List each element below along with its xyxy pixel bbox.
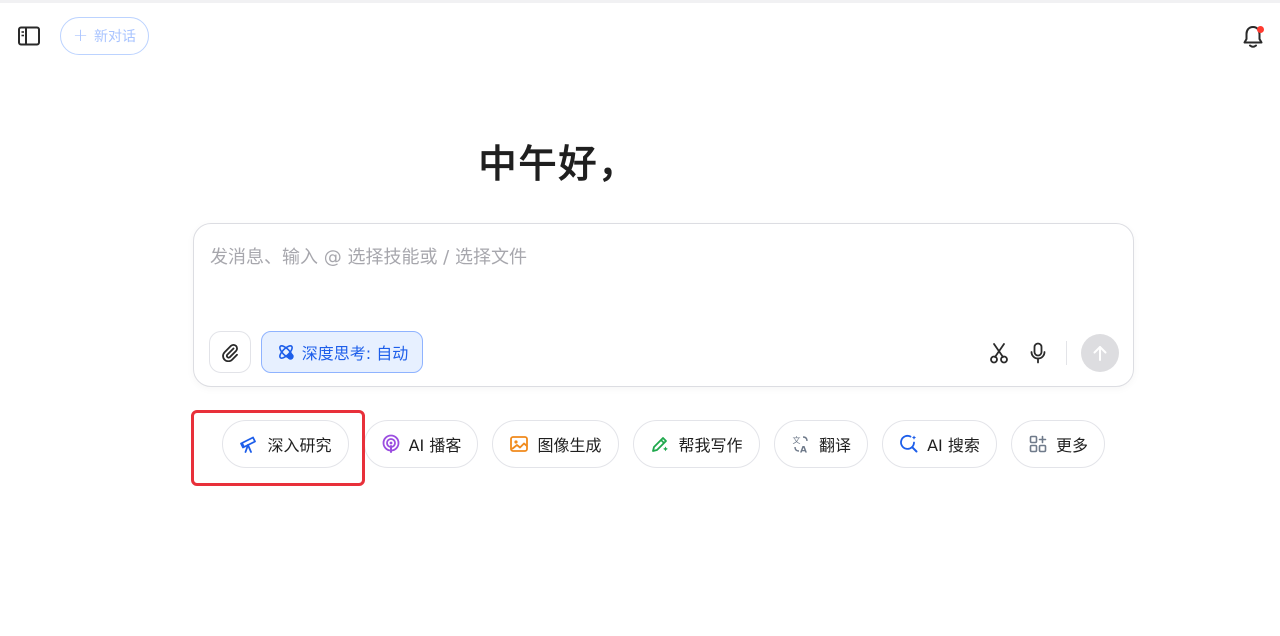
notification-button[interactable] <box>1240 24 1266 50</box>
toolbar-divider <box>1066 341 1067 365</box>
attach-file-button[interactable] <box>209 331 251 373</box>
send-button[interactable] <box>1081 334 1119 372</box>
notification-dot <box>1257 26 1264 33</box>
new-chat-button[interactable]: + 新对话 <box>60 17 149 55</box>
paperclip-icon <box>222 343 238 362</box>
message-input-placeholder[interactable]: 发消息、输入 @ 选择技能或 / 选择文件 <box>210 243 527 269</box>
apps-icon <box>1029 435 1047 453</box>
pen-icon <box>652 437 669 452</box>
skill-chip-label: 翻译 <box>818 436 851 455</box>
skill-chip-label: 图像生成 <box>537 436 602 455</box>
arrow-up-icon <box>1093 346 1107 361</box>
skill-chip-image-generation[interactable]: 图像生成 <box>492 420 619 468</box>
podcast-icon <box>382 434 400 453</box>
deep-think-label: 深度思考: 自动 <box>301 344 409 363</box>
screenshot-button[interactable] <box>987 341 1011 365</box>
image-icon <box>510 436 529 452</box>
skill-chip-ai-podcast[interactable]: AI 播客 <box>364 420 478 468</box>
skill-chip-label: 帮我写作 <box>678 436 743 455</box>
scissors-icon <box>990 343 1008 364</box>
svg-text:文: 文 <box>792 435 800 445</box>
new-chat-label: 新对话 <box>94 29 137 45</box>
skill-chip-translate[interactable]: 文 A 翻译 <box>774 420 868 468</box>
deep-think-toggle[interactable]: 深度思考: 自动 <box>261 331 423 373</box>
skill-chip-writing-help[interactable]: 帮我写作 <box>633 420 760 468</box>
skill-chip-label: AI 搜索 <box>927 436 980 455</box>
plus-icon: + <box>72 25 89 46</box>
atom-icon <box>278 345 294 360</box>
microphone-icon <box>1030 342 1046 364</box>
voice-input-button[interactable] <box>1026 341 1050 365</box>
sidebar-icon <box>18 26 40 46</box>
search-icon <box>900 435 918 453</box>
skill-chip-label: 更多 <box>1055 436 1088 455</box>
greeting-title: 中午好， <box>478 142 639 186</box>
skill-chip-label: AI 播客 <box>408 436 462 455</box>
highlight-annotation-box <box>191 410 365 486</box>
svg-text:A: A <box>800 446 807 455</box>
skill-chip-ai-search[interactable]: AI 搜索 <box>882 420 997 468</box>
translate-icon: 文 A <box>792 435 808 455</box>
top-border <box>0 0 1280 3</box>
message-composer[interactable]: 发消息、输入 @ 选择技能或 / 选择文件 深度思考: 自动 <box>193 223 1134 387</box>
skill-chip-more[interactable]: 更多 <box>1011 420 1105 468</box>
sidebar-toggle-button[interactable] <box>16 24 42 48</box>
